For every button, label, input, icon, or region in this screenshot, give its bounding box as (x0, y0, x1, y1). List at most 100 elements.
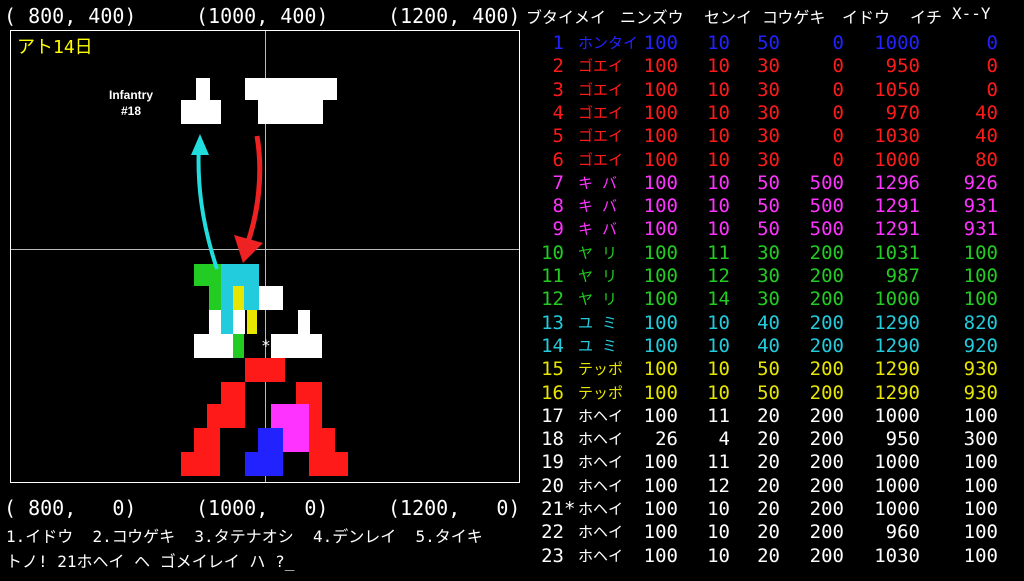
row-position-y: 100 (963, 265, 998, 287)
row-move: 200 (809, 474, 844, 497)
table-row[interactable]: 21 * ホヘイ 100 10 20 200 1000 100 (524, 498, 1024, 521)
table-row[interactable]: 9キ バ 100 10 50 500 1291 931 (524, 218, 1024, 241)
row-position-x: 1030 (874, 125, 920, 148)
row-morale: 10 (707, 521, 730, 544)
row-number: 14 (541, 334, 564, 357)
row-morale: 10 (707, 311, 730, 334)
row-attack: 30 (757, 148, 780, 171)
row-men: 100 (643, 218, 678, 241)
row-selected-mark: * (564, 498, 576, 520)
row-attack: 30 (757, 288, 780, 311)
coord-bottom-left: ( 800, 0) (4, 496, 137, 520)
row-position-x: 1291 (874, 195, 920, 218)
table-row[interactable]: 1 ホンタイ 100 10 50 0 1000 0 (524, 32, 1024, 55)
row-position-y: 80 (975, 148, 998, 171)
row-position-x: 1290 (874, 311, 920, 334)
table-row[interactable]: 20 ホヘイ 100 12 20 200 1000 100 (524, 475, 1024, 498)
table-row[interactable]: 18 ホヘイ 26 4 20 200 950 300 (524, 428, 1024, 451)
coord-top-right: (1200, 400) (388, 4, 521, 28)
row-men: 100 (643, 451, 678, 474)
row-number: 9 (552, 218, 564, 241)
table-row[interactable]: 14 ユ ミ 100 10 40 200 1290 920 (524, 335, 1024, 358)
table-row[interactable]: 10 ヤ リ 100 11 30 200 1031 100 (524, 242, 1024, 265)
row-attack: 50 (757, 358, 780, 381)
col-header-name: ブタイメイ (526, 8, 607, 27)
row-position-x: 1290 (874, 358, 920, 381)
row-move: 200 (809, 428, 844, 451)
command-prompt[interactable]: トノ! 21ホヘイ ヘ ゴメイレイ ハ ?_ (6, 548, 294, 572)
row-position-y: 931 (963, 195, 998, 218)
row-position-y: 100 (963, 241, 998, 264)
table-row[interactable]: 13 ユ ミ 100 10 40 200 1290 820 (524, 312, 1024, 335)
table-row[interactable]: 23 ホヘイ 100 10 20 200 1030 100 (524, 545, 1024, 568)
row-morale: 14 (707, 288, 730, 311)
row-morale: 10 (707, 544, 730, 567)
row-men: 100 (643, 404, 678, 427)
row-attack: 30 (757, 265, 780, 287)
row-position-y: 100 (963, 498, 998, 520)
row-move: 0 (832, 78, 844, 101)
table-row[interactable]: 22 ホヘイ 100 10 20 200 960 100 (524, 521, 1024, 544)
row-position-x: 950 (885, 428, 920, 451)
row-number: 18 (541, 428, 564, 451)
row-position-x: 1290 (874, 334, 920, 357)
row-position-x: 1296 (874, 171, 920, 194)
row-number: 3 (552, 78, 564, 101)
row-morale: 10 (707, 334, 730, 357)
row-men: 100 (643, 544, 678, 567)
col-header-position: イチ (910, 8, 943, 27)
table-row[interactable]: 7キ バ 100 10 50 500 1296 926 (524, 172, 1024, 195)
table-row[interactable]: 19 ホヘイ 100 11 20 200 1000 100 (524, 451, 1024, 474)
row-attack: 20 (757, 428, 780, 451)
row-morale: 10 (707, 171, 730, 194)
table-row[interactable]: 11 ヤ リ 100 12 30 200 987 100 (524, 265, 1024, 288)
row-morale: 11 (707, 404, 730, 427)
row-number: 11 (541, 265, 564, 287)
row-position-y: 40 (975, 125, 998, 148)
table-row[interactable]: 3 ゴエイ 100 10 30 0 1050 0 (524, 79, 1024, 102)
row-move: 0 (832, 55, 844, 78)
row-number: 2 (552, 55, 564, 78)
row-men: 100 (643, 32, 678, 54)
battle-map[interactable]: アト14日 Infantry #18 * (10, 30, 520, 483)
table-row[interactable]: 4 ゴエイ 100 10 30 0 970 40 (524, 102, 1024, 125)
row-attack: 20 (757, 404, 780, 427)
row-move: 200 (809, 544, 844, 567)
cyan-arrowhead-icon (191, 134, 209, 155)
row-men: 100 (643, 265, 678, 287)
row-number: 13 (541, 311, 564, 334)
col-header-move: イドウ (842, 8, 891, 27)
row-move: 200 (809, 334, 844, 357)
row-position-x: 950 (885, 55, 920, 78)
table-row[interactable]: 12 ヤ リ 100 14 30 200 1000 100 (524, 288, 1024, 311)
row-move: 200 (809, 498, 844, 520)
command-menu[interactable]: 1.イドウ 2.コウゲキ 3.タテナオシ 4.デンレイ 5.タイキ (6, 523, 483, 547)
row-men: 100 (643, 78, 678, 101)
table-row[interactable]: 5 ゴエイ 100 10 30 0 1030 40 (524, 125, 1024, 148)
row-number: 6 (552, 148, 564, 171)
row-attack: 20 (757, 498, 780, 520)
table-row[interactable]: 16 テッポ 100 10 50 200 1290 930 (524, 382, 1024, 405)
row-number: 7 (552, 171, 564, 194)
red-arrowhead-icon (234, 235, 263, 263)
movement-arrows (191, 134, 263, 270)
row-men: 100 (643, 101, 678, 124)
table-row[interactable]: 15 テッポ 100 10 50 200 1290 930 (524, 358, 1024, 381)
row-position-y: 100 (963, 521, 998, 544)
row-attack: 30 (757, 55, 780, 78)
row-position-y: 930 (963, 358, 998, 381)
table-row[interactable]: 2 ゴエイ 100 10 30 0 950 0 (524, 55, 1024, 78)
coord-top-center: (1000, 400) (196, 4, 329, 28)
table-row[interactable]: 6 ゴエイ 100 10 30 0 1000 80 (524, 149, 1024, 172)
row-position-y: 100 (963, 288, 998, 311)
row-attack: 50 (757, 32, 780, 54)
row-morale: 11 (707, 451, 730, 474)
row-morale: 10 (707, 195, 730, 218)
row-position-y: 930 (963, 381, 998, 404)
table-row[interactable]: 17 ホヘイ 100 11 20 200 1000 100 (524, 405, 1024, 428)
row-position-y: 40 (975, 101, 998, 124)
table-row[interactable]: 8キ バ 100 10 50 500 1291 931 (524, 195, 1024, 218)
row-number: 19 (541, 451, 564, 474)
row-men: 100 (643, 521, 678, 544)
row-attack: 30 (757, 101, 780, 124)
